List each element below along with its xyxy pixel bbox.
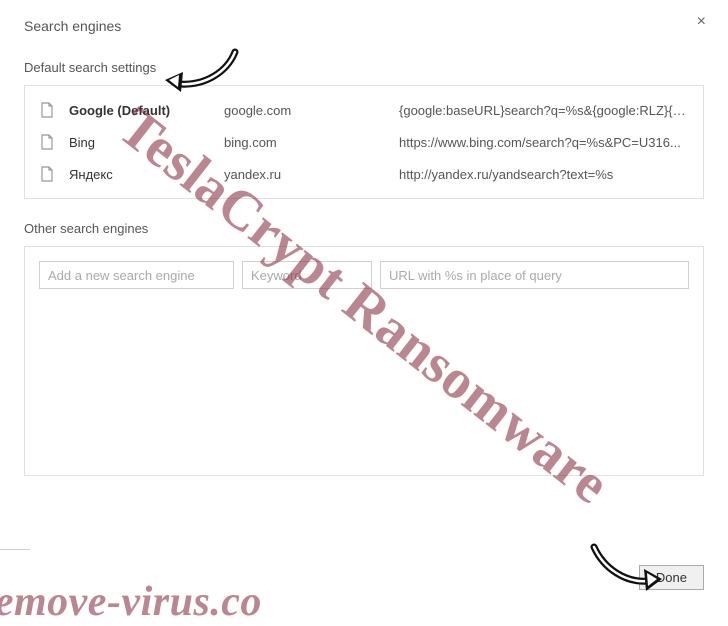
engine-url: http://yandex.ru/yandsearch?text=%s (399, 167, 689, 182)
other-section-label: Other search engines (24, 221, 704, 236)
add-engine-row (39, 261, 689, 289)
new-engine-url-input[interactable] (380, 261, 689, 289)
new-engine-name-input[interactable] (39, 261, 234, 289)
search-engines-dialog: × Search engines Default search settings… (0, 0, 728, 612)
engine-keyword: yandex.ru (224, 167, 399, 182)
engine-keyword: bing.com (224, 135, 399, 150)
engine-keyword: google.com (224, 103, 399, 118)
divider-line (0, 549, 30, 550)
page-icon (39, 134, 55, 150)
engine-row[interactable]: Bing bing.com https://www.bing.com/searc… (25, 126, 703, 158)
engine-name: Яндекс (69, 167, 224, 182)
engine-name: Google (Default) (69, 103, 224, 118)
page-icon (39, 102, 55, 118)
engine-url: https://www.bing.com/search?q=%s&PC=U316… (399, 135, 689, 150)
done-button[interactable]: Done (639, 565, 704, 590)
default-engines-box: Google (Default) google.com {google:base… (24, 85, 704, 199)
close-button[interactable]: × (697, 14, 706, 30)
default-section-label: Default search settings (24, 60, 704, 75)
default-engines-list: Google (Default) google.com {google:base… (25, 86, 703, 198)
dialog-title: Search engines (24, 18, 704, 34)
engine-row[interactable]: Google (Default) google.com {google:base… (25, 94, 703, 126)
engine-name: Bing (69, 135, 224, 150)
engine-url: {google:baseURL}search?q=%s&{google:RLZ}… (399, 103, 689, 118)
new-engine-keyword-input[interactable] (242, 261, 372, 289)
engine-row[interactable]: Яндекс yandex.ru http://yandex.ru/yandse… (25, 158, 703, 190)
page-icon (39, 166, 55, 182)
other-engines-box (24, 246, 704, 476)
